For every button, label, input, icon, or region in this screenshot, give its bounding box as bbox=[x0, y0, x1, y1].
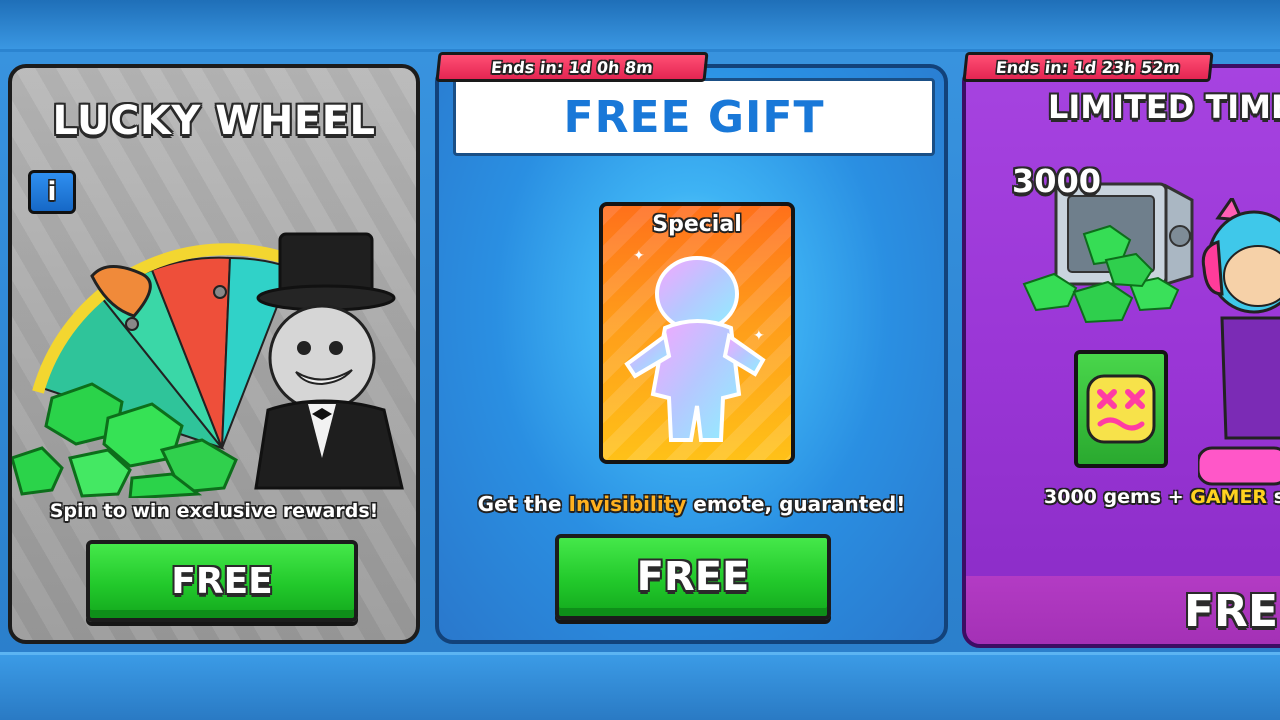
lucky-wheel-title: LUCKY WHEEL bbox=[52, 98, 376, 144]
limited-time-card[interactable]: LIMITED TIME 3000 3000 gems + GAMER sk bbox=[962, 64, 1280, 648]
limited-time-description-highlight: GAMER bbox=[1190, 486, 1268, 508]
top-strip bbox=[0, 0, 1280, 52]
limited-time-description-prefix: 3000 gems + bbox=[1044, 486, 1191, 508]
free-gift-title: FREE GIFT bbox=[563, 91, 825, 143]
free-gift-timer: Ends in: 1d 0h 8m bbox=[435, 52, 709, 82]
limited-time-title: LIMITED TIME bbox=[1048, 88, 1280, 126]
gem-count: 3000 bbox=[1012, 162, 1102, 200]
limited-time-free-button[interactable]: FREE bbox=[1184, 586, 1280, 637]
special-emote-card[interactable]: Special ✦ ✦ bbox=[599, 202, 795, 464]
free-gift-description-highlight: Invisibility bbox=[568, 492, 687, 516]
limited-time-timer: Ends in: 1d 23h 52m bbox=[962, 52, 1214, 82]
special-label: Special bbox=[652, 212, 742, 237]
free-gift-description-suffix: emote, guaranted! bbox=[686, 492, 906, 516]
free-gift-banner: FREE GIFT bbox=[453, 78, 935, 156]
lucky-wheel-free-button[interactable]: FREE bbox=[86, 540, 358, 622]
bottom-strip bbox=[0, 652, 1280, 720]
lucky-wheel-card[interactable]: LUCKY WHEEL i Spin to win exclusive rewa… bbox=[8, 64, 420, 644]
free-gift-description-prefix: Get the bbox=[477, 492, 569, 516]
invisibility-figure-icon: ✦ ✦ bbox=[624, 248, 766, 442]
gamer-character bbox=[1198, 198, 1280, 486]
limited-time-description: 3000 gems + GAMER sk bbox=[1044, 486, 1280, 508]
lucky-wheel-description: Spin to win exclusive rewards! bbox=[49, 500, 379, 522]
lucky-wheel-illustration bbox=[12, 232, 404, 498]
emote-face-icon bbox=[1086, 374, 1156, 444]
limited-time-description-suffix: sk bbox=[1267, 486, 1280, 508]
free-gift-description: Get the Invisibility emote, guaranted! bbox=[439, 492, 944, 516]
free-gift-free-button[interactable]: FREE bbox=[555, 534, 831, 620]
svg-text:✦: ✦ bbox=[753, 328, 765, 344]
gamer-skin-tile[interactable] bbox=[1074, 350, 1168, 468]
svg-text:✦: ✦ bbox=[633, 248, 645, 264]
free-gift-card[interactable]: FREE GIFT Special ✦ ✦ Get the Invisibili… bbox=[435, 64, 948, 644]
